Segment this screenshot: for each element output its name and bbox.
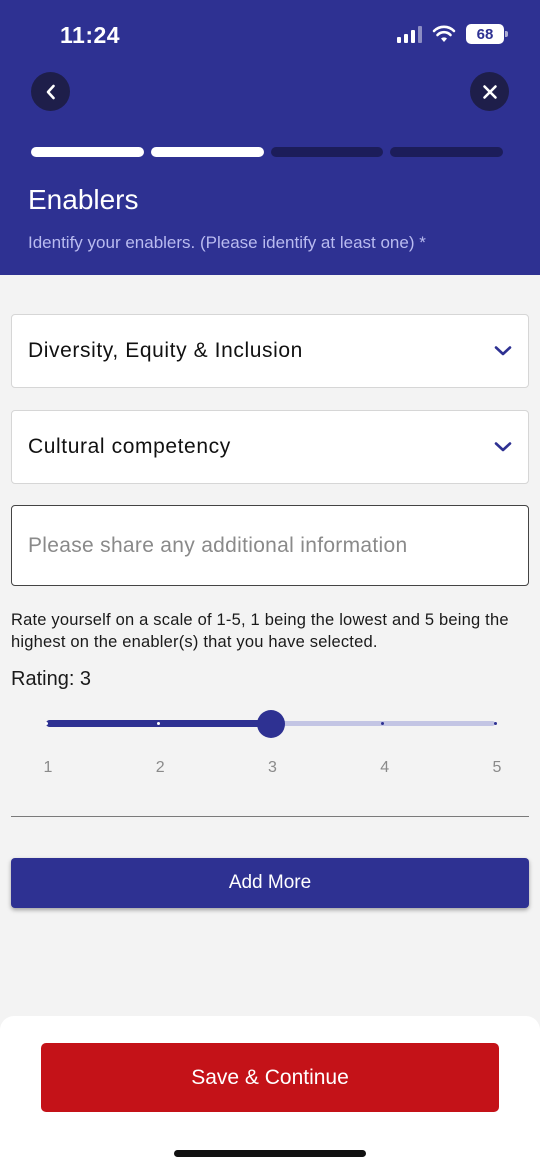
slider-tick-labels: 1 2 3 4 5 [0,759,540,779]
rating-label: Rating: 3 [11,668,92,690]
progress-segment [390,147,503,157]
progress-segment [150,147,264,157]
slider-thumb[interactable] [256,710,285,738]
back-button[interactable] [31,72,70,111]
battery-icon: 68 [466,24,508,44]
slider-step-dot [493,722,497,725]
home-indicator [174,1150,366,1157]
close-button[interactable] [470,72,509,111]
page-title: Enablers [28,184,139,215]
divider [11,816,529,817]
enabler-dropdown-1[interactable]: Diversity, Equity & Inclusion [11,314,529,388]
progress-segment [31,147,144,157]
slider-tick-label: 1 [43,759,53,776]
page-subtitle: Identify your enablers. (Please identify… [28,233,426,252]
enabler-dropdown-1-value: Diversity, Equity & Inclusion [28,339,303,362]
slider-tick-label: 2 [155,759,165,776]
status-time: 11:24 [60,22,121,48]
slider-tick-label: 5 [492,759,502,776]
slider-step-dot [156,722,160,725]
wifi-icon [432,25,456,42]
add-more-button[interactable]: Add More [11,858,529,908]
slider-tick-label: 3 [268,759,277,776]
slider-step-dot [44,722,48,725]
status-icons: 68 [397,24,508,44]
rating-instructions: Rate yourself on a scale of 1-5, 1 being… [11,611,509,651]
rating-slider[interactable] [44,709,497,739]
close-icon [482,84,497,99]
step-progress [31,147,503,157]
footer: Save & Continue [0,1016,540,1168]
chevron-down-icon [494,346,512,356]
enabler-dropdown-2[interactable]: Cultural competency [11,410,529,484]
chevron-down-icon [494,442,512,452]
save-continue-button[interactable]: Save & Continue [41,1043,499,1112]
header: 11:24 68 Enablers Identify your enablers… [0,0,540,275]
chevron-left-icon [46,84,55,99]
enabler-dropdown-2-value: Cultural competency [28,435,231,458]
progress-segment [270,147,384,157]
cellular-signal-icon [397,25,422,43]
slider-tick-label: 4 [380,759,390,776]
additional-info-input[interactable] [11,505,529,586]
